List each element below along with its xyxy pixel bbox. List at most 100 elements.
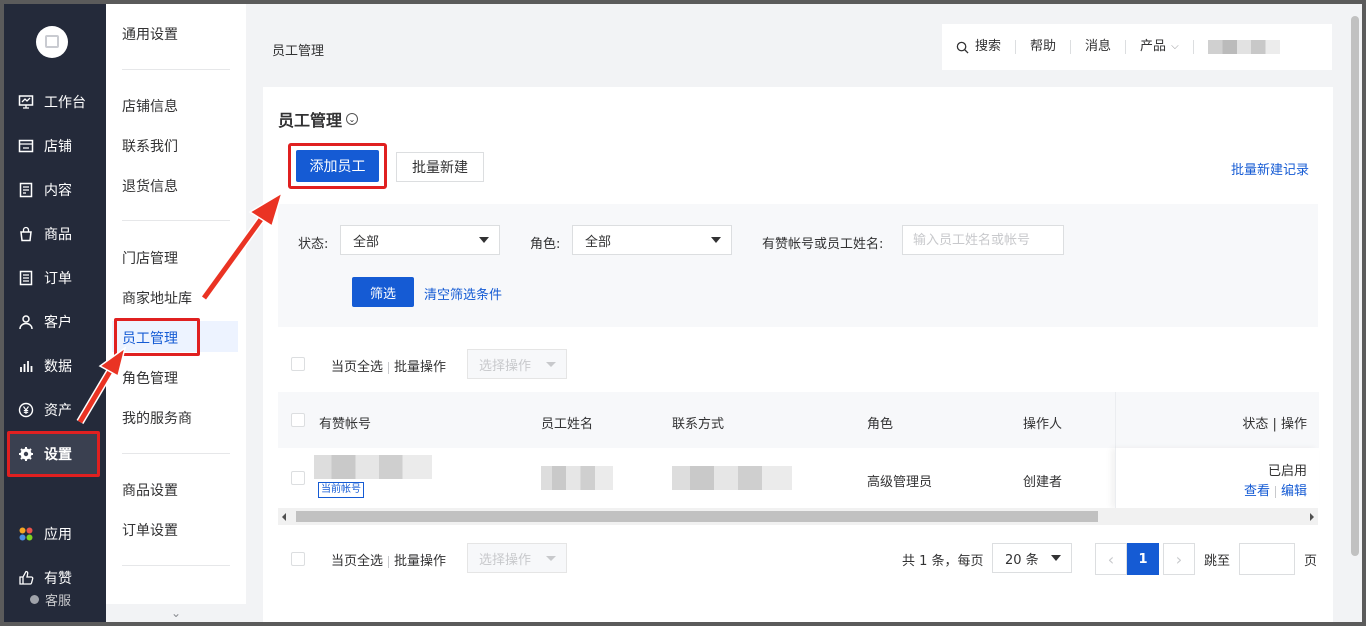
status-select[interactable]: 全部 <box>340 225 500 255</box>
nav-item-label: 订单 <box>44 271 72 287</box>
store-logo[interactable] <box>36 26 68 58</box>
role-select[interactable]: 全部 <box>572 225 732 255</box>
search-button[interactable]: 搜索 <box>942 40 1017 54</box>
nav-item-assets[interactable]: 资产 <box>4 390 106 430</box>
select-all-label[interactable]: 当页全选 <box>331 360 383 375</box>
customer-service[interactable]: 客服 <box>30 590 71 609</box>
add-staff-button[interactable]: 添加员工 <box>296 150 379 182</box>
horizontal-scrollbar[interactable] <box>278 508 1318 525</box>
submenu-item-roles[interactable]: 角色管理 <box>122 368 178 388</box>
search-icon <box>956 41 969 54</box>
caret-down-icon <box>546 362 556 367</box>
highlight-box <box>114 318 200 356</box>
chevron-left-icon: ‹ <box>1107 549 1115 569</box>
chevron-circle-icon[interactable]: ⌄ <box>346 113 359 125</box>
submenu-item-return-info[interactable]: 退货信息 <box>122 176 178 196</box>
col-name: 员工姓名 <box>541 417 594 432</box>
messages-button[interactable]: 消息 <box>1071 40 1127 54</box>
nav-item-label: 设置 <box>44 447 72 463</box>
status-filter-label: 状态: <box>298 237 329 252</box>
nav-item-store[interactable]: 店铺 <box>4 126 106 166</box>
nav-item-orders[interactable]: 订单 <box>4 258 106 298</box>
page-title-text: 员工管理 <box>278 111 343 130</box>
jump-page-input[interactable] <box>1239 543 1295 575</box>
nav-item-goods[interactable]: 商品 <box>4 214 106 254</box>
user-account-redacted[interactable] <box>1207 40 1280 54</box>
thumb-icon <box>18 570 34 586</box>
collapse-toggle[interactable]: ⌄ <box>106 604 246 622</box>
vertical-scrollbar-thumb[interactable] <box>1351 16 1359 556</box>
nav-item-apps[interactable]: 应用 <box>4 514 106 554</box>
submenu-item-goods-settings[interactable]: 商品设置 <box>122 480 178 500</box>
table-header: 有赞帐号 员工姓名 联系方式 角色 操作人 状态 | 操作 <box>278 392 1319 448</box>
edit-link[interactable]: 编辑 <box>1281 484 1307 499</box>
vertical-scrollbar[interactable] <box>1350 16 1360 556</box>
row-actions: 查看 编辑 <box>1244 480 1307 499</box>
nav-item-data[interactable]: 数据 <box>4 346 106 386</box>
select-all-checkbox[interactable] <box>291 357 305 371</box>
account-search-input[interactable] <box>902 225 1064 255</box>
bag-icon <box>18 226 34 242</box>
nav-item-label: 有赞 <box>44 571 72 587</box>
header-checkbox[interactable] <box>291 413 305 427</box>
breadcrumb: 员工管理 <box>272 44 325 59</box>
account-redacted <box>314 455 432 479</box>
store-logo-icon <box>45 35 59 48</box>
fixed-col-header: 状态 | 操作 <box>1115 392 1319 448</box>
batch-op-select[interactable]: 选择操作 <box>467 349 567 379</box>
select-all-checkbox-bottom[interactable] <box>291 552 305 566</box>
batch-create-record-link[interactable]: 批量新建记录 <box>1231 159 1309 178</box>
scrollbar-thumb[interactable] <box>296 511 1098 522</box>
col-contact: 联系方式 <box>672 417 725 432</box>
scroll-right-icon[interactable] <box>1310 513 1314 521</box>
next-page-button[interactable]: › <box>1163 543 1195 575</box>
main-card: 员工管理 ⌄ 添加员工 批量新建 批量新建记录 状态: 全部 角色: 全部 有赞… <box>263 87 1333 622</box>
submenu-item-general[interactable]: 通用设置 <box>122 24 178 44</box>
submenu-item-order-settings[interactable]: 订单设置 <box>122 520 178 540</box>
select-all-label[interactable]: 当页全选 <box>331 554 383 569</box>
nav-item-label: 客户 <box>44 315 72 331</box>
menu-divider <box>122 453 230 454</box>
nav-item-settings[interactable]: 设置 <box>7 431 100 477</box>
submenu-item-providers[interactable]: 我的服务商 <box>122 408 192 428</box>
submenu-item-store-info[interactable]: 店铺信息 <box>122 96 178 116</box>
chart-icon <box>18 358 34 374</box>
primary-sidebar: 工作台 店铺 内容 商品 订单 客户 数据 资产 设置 应用 有赞 客服 <box>4 4 106 622</box>
nav-item-customers[interactable]: 客户 <box>4 302 106 342</box>
help-button[interactable]: 帮助 <box>1016 40 1072 54</box>
store-icon <box>18 138 34 154</box>
customer-service-label: 客服 <box>45 594 72 609</box>
service-icon <box>30 595 39 604</box>
batch-op-select-bottom[interactable]: 选择操作 <box>467 543 567 573</box>
prev-page-button[interactable]: ‹ <box>1095 543 1127 575</box>
operator-cell: 创建者 <box>1023 475 1063 490</box>
col-role: 角色 <box>867 417 894 432</box>
page-1-button[interactable]: 1 <box>1127 543 1159 575</box>
nav-item-dashboard[interactable]: 工作台 <box>4 82 106 122</box>
role-select-value: 全部 <box>585 234 612 250</box>
contact-redacted <box>672 466 792 490</box>
row-checkbox[interactable] <box>291 471 305 485</box>
fixed-col-cell: 已启用 查看 编辑 <box>1115 448 1319 508</box>
nav-item-content[interactable]: 内容 <box>4 170 106 210</box>
submenu-item-address-book[interactable]: 商家地址库 <box>122 288 192 308</box>
divider <box>1274 485 1276 498</box>
nav-item-label: 内容 <box>44 183 72 199</box>
view-link[interactable]: 查看 <box>1244 484 1270 499</box>
clear-filters-link[interactable]: 清空筛选条件 <box>424 284 502 303</box>
batch-create-button[interactable]: 批量新建 <box>396 152 484 182</box>
product-label: 产品 <box>1140 39 1167 54</box>
current-account-badge: 当前帐号 <box>318 482 364 498</box>
chevron-down-icon: ⌄ <box>170 606 182 620</box>
pagination-summary: 共 1 条，每页 <box>902 554 984 569</box>
filter-button[interactable]: 筛选 <box>352 277 414 307</box>
page-size-select[interactable]: 20 条 <box>992 543 1072 573</box>
filter-panel: 状态: 全部 角色: 全部 有赞帐号或员工姓名: 筛选 清空筛选条件 <box>278 204 1318 327</box>
batch-op-label: 批量操作 <box>394 360 447 375</box>
product-menu[interactable]: 产品 ⌵ <box>1126 40 1194 54</box>
submenu-item-contact[interactable]: 联系我们 <box>122 136 178 156</box>
col-operator: 操作人 <box>1023 417 1063 432</box>
name-redacted <box>541 466 613 490</box>
submenu-item-store-mgmt[interactable]: 门店管理 <box>122 248 178 268</box>
scroll-left-icon[interactable] <box>282 513 286 521</box>
